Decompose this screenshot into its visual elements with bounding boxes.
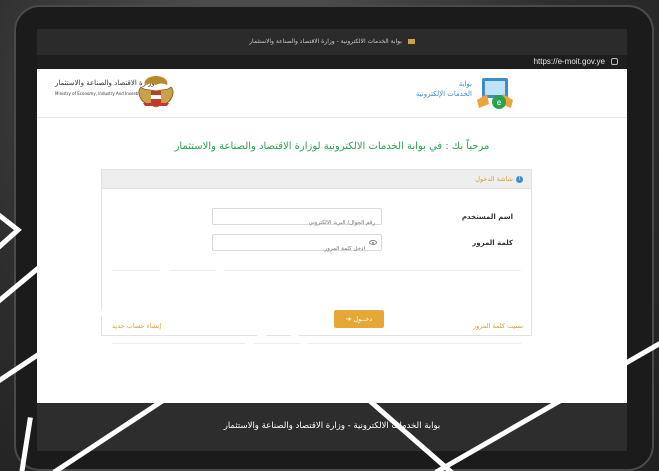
portal-title-line1: بوابة [458,80,472,88]
login-panel-title-text: شاشة الدخول [475,175,513,183]
password-input[interactable] [213,241,381,257]
tablet-device: بوابة الخدمات الالكترونية - وزارة الاقتص… [0,0,659,471]
login-panel: iشاشة الدخول اسم المستخدم كلمة المرور دخ… [101,169,532,344]
login-button[interactable]: دخــول ➜ [334,310,384,328]
create-account-link[interactable]: إنشاء حساب جديد [112,322,161,330]
eye-icon[interactable] [369,240,377,245]
ministry-name-english: Ministry of Economy, Industry And Invest… [55,91,148,96]
username-input[interactable] [213,215,381,231]
ministry-name: وزارة الاقتصاد والصناعة والاستثمار Minis… [55,79,155,96]
flag-icon [407,39,415,44]
links-divider [112,343,521,344]
address-bar[interactable]: https://e-moit.gov.ye [37,55,627,69]
login-panel-title: iشاشة الدخول [475,170,523,188]
portal-logo-icon[interactable]: e [475,74,515,112]
browser-title-bar: بوابة الخدمات الالكترونية - وزارة الاقتص… [37,29,627,55]
yemen-emblem-icon[interactable] [133,73,179,109]
info-icon: i [516,175,523,183]
password-field[interactable] [212,234,382,257]
site-header: وزارة الاقتصاد والصناعة والاستثمار Minis… [37,69,627,118]
footer-text: بوابة الخدمات الالكترونية - وزارة الاقتص… [223,421,441,431]
login-panel-header: iشاشة الدخول [102,170,531,189]
ministry-name-arabic: وزارة الاقتصاد والصناعة والاستثمار [55,79,155,87]
tablet-screen: بوابة الخدمات الالكترونية - وزارة الاقتص… [37,29,627,451]
svg-text:e: e [497,98,502,107]
portal-title-line2: الخدمات الإلكترونية [415,90,472,98]
username-field[interactable] [212,208,382,231]
forgot-password-link[interactable]: نسيت كلمة المرور [473,322,523,330]
sign-in-arrow-icon: ➜ [345,315,352,323]
form-divider [112,270,521,271]
site-footer: بوابة الخدمات الالكترونية - وزارة الاقتص… [37,403,627,451]
welcome-heading: مرحباً بك : في بوابة الخدمات الالكترونية… [174,141,490,152]
tab-title[interactable]: بوابة الخدمات الالكترونية - وزارة الاقتص… [249,38,402,45]
login-button-label: دخــول [353,315,373,323]
password-label: كلمة المرور [472,239,513,247]
lock-icon[interactable] [611,58,618,65]
portal-title: بوابة الخدمات الإلكترونية [416,79,472,99]
username-label: اسم المستخدم [461,213,513,221]
url-text[interactable]: https://e-moit.gov.ye [534,55,605,69]
